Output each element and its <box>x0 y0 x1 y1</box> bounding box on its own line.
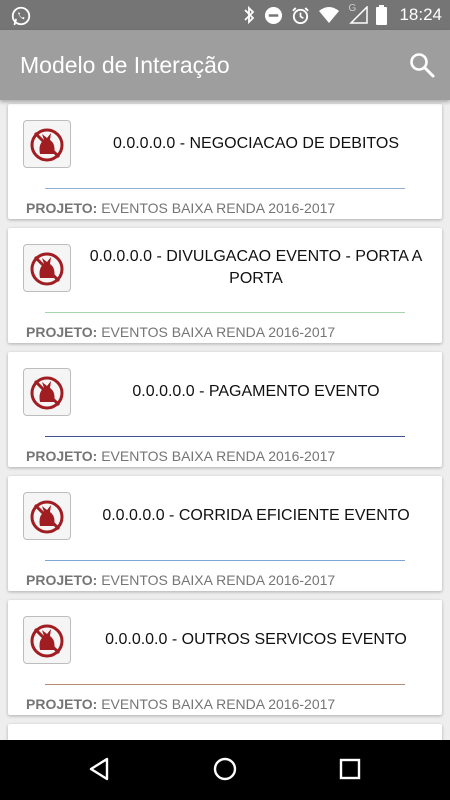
card-divider <box>45 312 405 313</box>
card-title: 0.0.0.0.0 - NEGOCIACAO DE DEBITOS <box>112 135 399 152</box>
project-label: PROJETO: <box>26 448 98 464</box>
project-line: PROJETO: EVENTOS BAIXA RENDA 2016-2017 <box>26 572 335 588</box>
alarm-icon <box>292 6 310 24</box>
list-item-card[interactable]: 0.0.0.0.0 - DIVULGACAO EVENTO - PORTA A … <box>8 228 442 343</box>
card-title: 0.0.0.0.0 - DIVULGACAO EVENTO - PORTA A … <box>89 248 423 287</box>
recents-square-icon <box>339 758 361 780</box>
project-value: EVENTOS BAIXA RENDA 2016-2017 <box>101 200 336 216</box>
project-line: PROJETO: EVENTOS BAIXA RENDA 2016-2017 <box>26 696 335 712</box>
home-button[interactable] <box>211 755 239 788</box>
logo-graphic <box>30 500 64 534</box>
card-title: 0.0.0.0.0 - OUTROS SERVICOS EVENTO <box>105 631 407 648</box>
search-icon <box>410 53 435 78</box>
app-logo-icon <box>23 616 71 664</box>
card-divider <box>45 436 405 437</box>
back-button[interactable] <box>86 755 114 788</box>
signal-group: G <box>348 3 369 24</box>
list-item-card-partial[interactable] <box>8 724 442 740</box>
do-not-disturb-icon <box>265 6 283 24</box>
navigation-bar <box>0 740 450 800</box>
whatsapp-icon <box>11 6 31 26</box>
card-title: 0.0.0.0.0 - PAGAMENTO EVENTO <box>132 383 380 400</box>
list-item-card[interactable]: 0.0.0.0.0 - CORRIDA EFICIENTE EVENTO PRO… <box>8 476 442 591</box>
search-button[interactable] <box>408 51 436 79</box>
notification-icons <box>10 5 32 32</box>
system-icons: G 18:24 <box>242 0 442 30</box>
signal-icon <box>349 6 369 24</box>
project-value: EVENTOS BAIXA RENDA 2016-2017 <box>101 448 336 464</box>
page-title: Modelo de Interação <box>20 52 230 78</box>
clock: 18:24 <box>399 5 442 24</box>
project-line: PROJETO: EVENTOS BAIXA RENDA 2016-2017 <box>26 448 335 464</box>
logo-graphic <box>30 624 64 658</box>
project-label: PROJETO: <box>26 572 98 588</box>
home-circle-icon <box>213 757 237 781</box>
bluetooth-icon <box>244 5 255 25</box>
project-value: EVENTOS BAIXA RENDA 2016-2017 <box>101 324 336 340</box>
project-label: PROJETO: <box>26 200 98 216</box>
recents-button[interactable] <box>336 755 364 788</box>
app-bar: Modelo de Interação <box>0 30 450 100</box>
project-line: PROJETO: EVENTOS BAIXA RENDA 2016-2017 <box>26 200 335 216</box>
project-label: PROJETO: <box>26 696 98 712</box>
app-logo-icon <box>23 120 71 168</box>
card-title: 0.0.0.0.0 - CORRIDA EFICIENTE EVENTO <box>102 507 410 524</box>
battery-icon <box>376 5 388 25</box>
logo-graphic <box>30 376 64 410</box>
project-value: EVENTOS BAIXA RENDA 2016-2017 <box>101 572 336 588</box>
project-value: EVENTOS BAIXA RENDA 2016-2017 <box>101 696 336 712</box>
project-label: PROJETO: <box>26 324 98 340</box>
app-logo-icon <box>23 244 71 292</box>
list-item-card[interactable]: 0.0.0.0.0 - PAGAMENTO EVENTO PROJETO: EV… <box>8 352 442 467</box>
project-line: PROJETO: EVENTOS BAIXA RENDA 2016-2017 <box>26 324 335 340</box>
list-item-card[interactable]: 0.0.0.0.0 - NEGOCIACAO DE DEBITOS PROJET… <box>8 104 442 219</box>
card-divider <box>45 684 405 685</box>
back-triangle-icon <box>89 757 109 781</box>
wifi-icon <box>319 7 340 23</box>
list-item-card[interactable]: 0.0.0.0.0 - OUTROS SERVICOS EVENTO PROJE… <box>8 600 442 715</box>
status-bar: G 18:24 <box>0 0 450 30</box>
app-logo-icon <box>23 368 71 416</box>
logo-graphic <box>30 128 64 162</box>
card-divider <box>45 188 405 189</box>
logo-graphic <box>30 252 64 286</box>
interaction-list[interactable]: 0.0.0.0.0 - NEGOCIACAO DE DEBITOS PROJET… <box>0 100 450 740</box>
app-logo-icon <box>23 492 71 540</box>
card-divider <box>45 560 405 561</box>
